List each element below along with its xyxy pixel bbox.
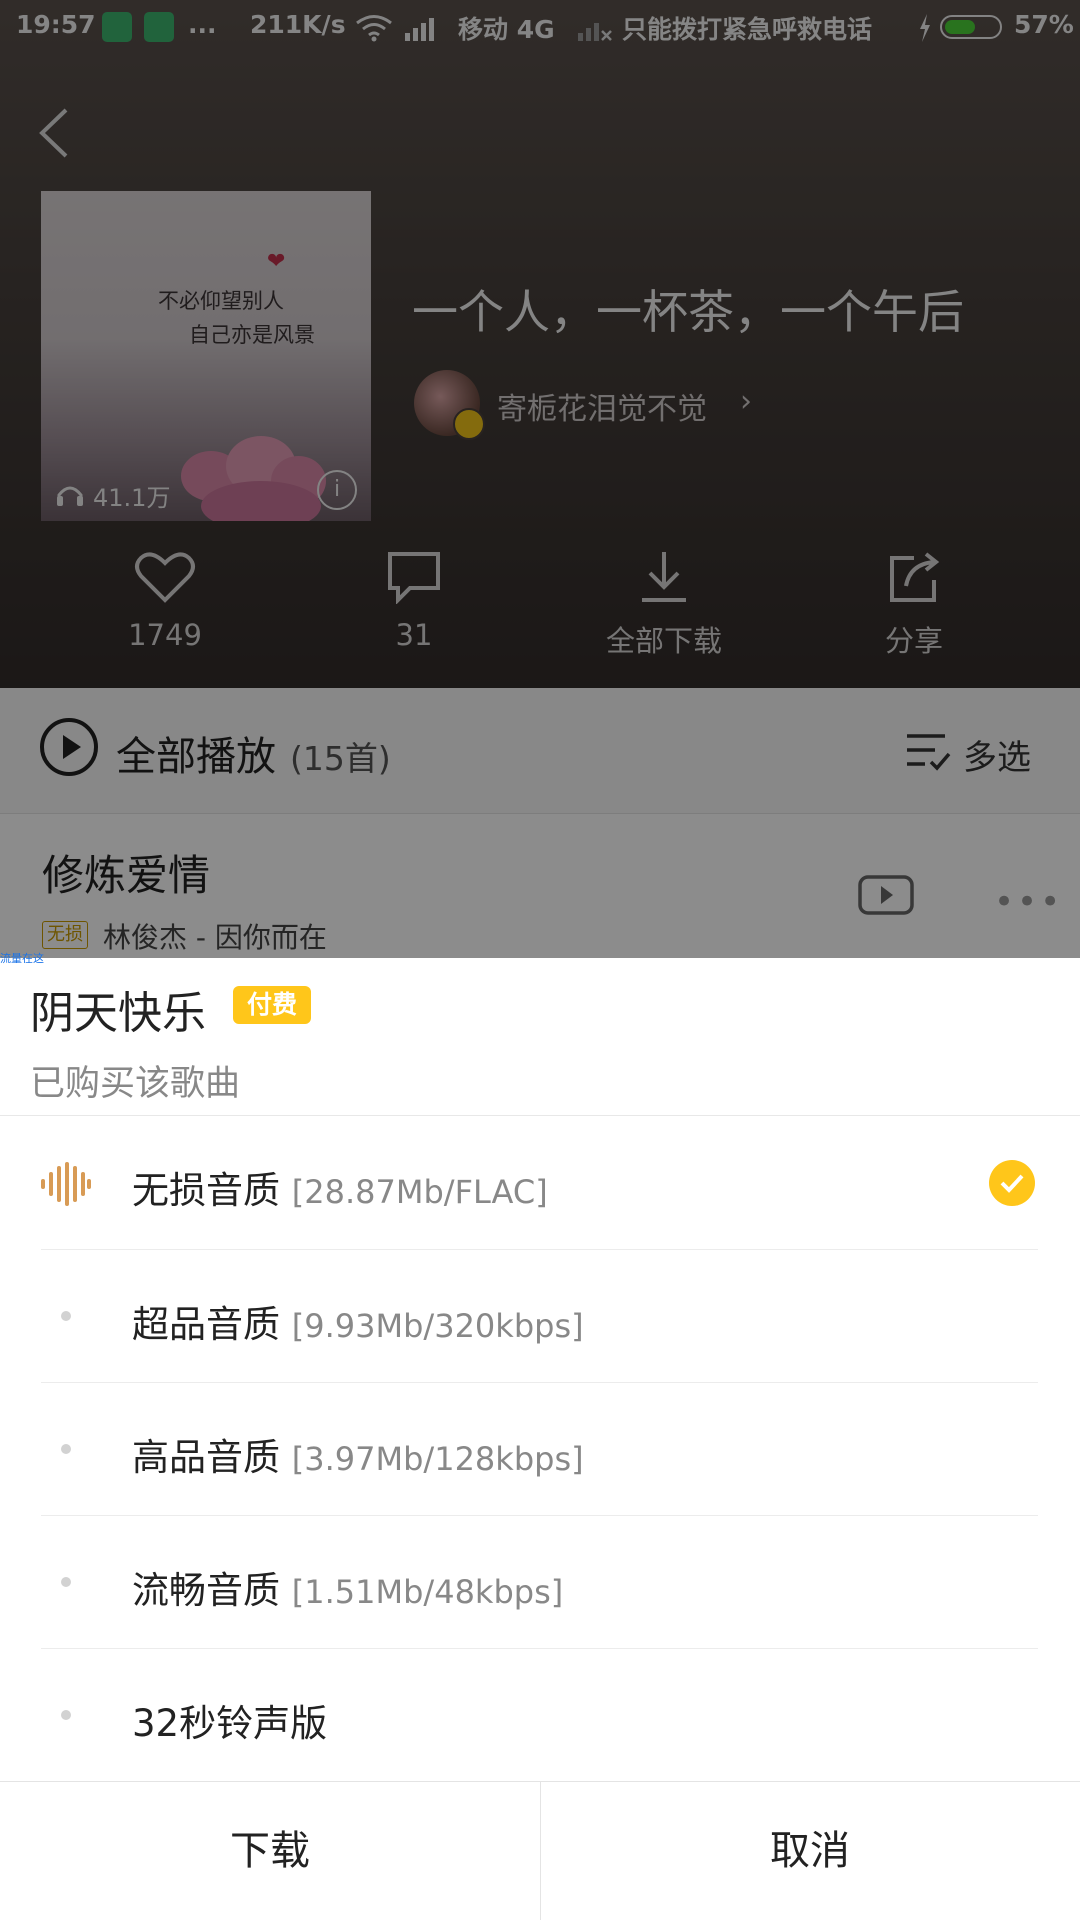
quality-size: [9.93Mb/320kbps]	[291, 1307, 584, 1345]
unselected-dot-icon	[61, 1710, 71, 1720]
cancel-button[interactable]: 取消	[540, 1782, 1080, 1920]
sheet-song-title: 阴天快乐	[30, 988, 206, 1039]
dim-overlay[interactable]	[0, 0, 1080, 958]
playlist-page: 19:57 ... 211K/s 移动 4G 只能拨打紧急呼救电话 57% ❤ …	[0, 0, 1080, 958]
quality-size: [1.51Mb/48kbps]	[291, 1573, 564, 1611]
quality-name: 高品音质 [3.97Mb/128kbps]	[132, 1436, 584, 1479]
selected-check-icon[interactable]	[989, 1160, 1035, 1206]
paid-badge: 付费	[233, 986, 311, 1024]
watermark-text: 流量在这	[0, 952, 44, 965]
sound-wave-icon	[41, 1162, 91, 1206]
quality-name: 流畅音质 [1.51Mb/48kbps]	[132, 1569, 564, 1612]
quality-size: [3.97Mb/128kbps]	[291, 1440, 584, 1478]
unselected-dot-icon	[61, 1444, 71, 1454]
quality-name: 32秒铃声版	[132, 1702, 328, 1745]
unselected-dot-icon	[61, 1577, 71, 1587]
quality-size: [28.87Mb/FLAC]	[291, 1173, 548, 1211]
unselected-dot-icon	[61, 1311, 71, 1321]
divider	[0, 1115, 1080, 1116]
quality-name: 无损音质 [28.87Mb/FLAC]	[132, 1169, 548, 1212]
quality-name: 超品音质 [9.93Mb/320kbps]	[132, 1303, 584, 1346]
purchase-status: 已购买该歌曲	[30, 1064, 241, 1104]
download-button[interactable]: 下载	[0, 1782, 540, 1920]
